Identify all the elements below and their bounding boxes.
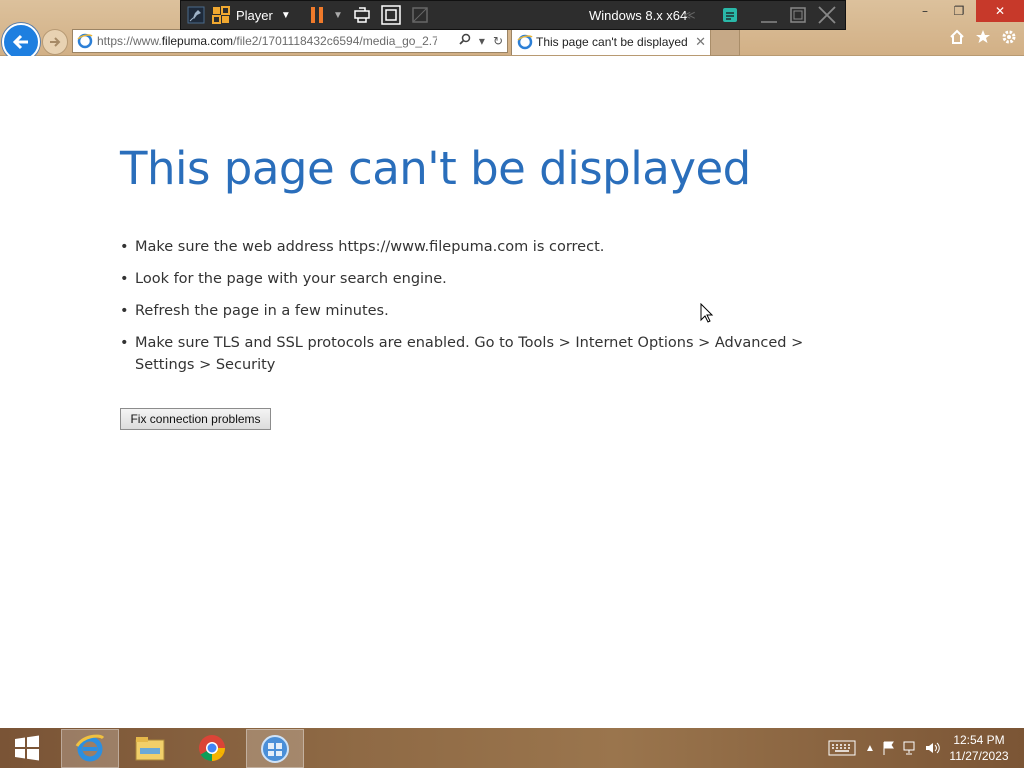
minimize-icon[interactable]: – [908, 0, 942, 22]
taskbar-ie-button[interactable] [61, 729, 119, 768]
bullet-text: Look for the page with your search engin… [135, 271, 447, 287]
keyboard-icon[interactable] [822, 740, 862, 756]
address-bar[interactable]: https://www.filepuma.com/file2/170111843… [72, 29, 508, 53]
list-item: • Make sure TLS and SSL protocols are ena… [120, 332, 840, 376]
list-item: • Make sure the web address https://www.f… [120, 236, 840, 258]
vm-restore-icon[interactable] [789, 1, 807, 29]
folder-icon [135, 736, 165, 760]
windows-logo-icon [15, 735, 39, 760]
vmware-logo-icon [212, 1, 230, 29]
player-menu[interactable]: Player ▼ [236, 1, 291, 29]
page-content: This page can't be displayed • Make sure … [0, 56, 1024, 728]
fix-connection-button[interactable]: Fix connection problems [120, 408, 271, 430]
notes-icon[interactable] [721, 1, 739, 29]
network-icon[interactable] [900, 741, 922, 755]
page-title: This page can't be displayed [120, 142, 751, 195]
bullet-icon: • [120, 239, 129, 255]
vm-minimize-icon[interactable] [759, 1, 779, 29]
internet-explorer-icon [75, 734, 105, 761]
tab-active[interactable]: This page can't be displayed ✕ [511, 29, 711, 55]
url-path: /file2/1701118432c6594/media_go_2.7/2. [233, 34, 437, 48]
bullet-text: Make sure TLS and SSL protocols are enab… [135, 335, 804, 373]
show-hidden-icons-icon[interactable]: ▲ [862, 743, 878, 754]
forward-arrow-icon [50, 37, 61, 47]
vm-close-icon[interactable] [817, 1, 837, 29]
url-text[interactable]: https://www.filepuma.com/file2/170111843… [97, 30, 437, 52]
home-icon[interactable] [948, 28, 966, 46]
bullet-icon: • [120, 335, 129, 351]
forward-button[interactable] [42, 29, 68, 55]
restore-icon[interactable]: ❐ [942, 0, 976, 22]
bullet-text: Refresh the page in a few minutes. [135, 303, 389, 319]
mouse-cursor-icon [700, 303, 714, 323]
clock-date: 11/27/2023 [949, 749, 1009, 763]
bullet-text: Make sure the web address https://www.fi… [135, 239, 605, 255]
ie-page-icon [77, 33, 93, 49]
player-menu-label: Player [236, 7, 273, 23]
list-item: • Look for the page with your search engi… [120, 268, 840, 290]
list-item: • Refresh the page in a few minutes. [120, 300, 840, 322]
close-window-icon[interactable]: ✕ [976, 0, 1024, 22]
action-center-flag-icon[interactable] [878, 741, 900, 755]
bullet-icon: • [120, 303, 129, 319]
pause-dropdown-icon[interactable]: ▼ [333, 1, 343, 29]
vmware-player-bar: Player ▼ ▼ Windows 8.x x64 ≪ [180, 0, 846, 30]
volume-icon[interactable] [922, 741, 944, 755]
dropdown-icon[interactable]: ▾ [479, 30, 485, 52]
fullscreen-icon[interactable] [381, 1, 401, 29]
send-ctrl-alt-del-icon[interactable] [353, 1, 371, 29]
new-tab-button[interactable] [710, 29, 740, 56]
refresh-icon[interactable]: ↻ [493, 30, 503, 52]
pause-icon[interactable] [309, 1, 325, 29]
search-icon[interactable] [459, 30, 471, 52]
taskbar-chrome-button[interactable] [184, 729, 240, 766]
tab-title: This page can't be displayed [536, 35, 688, 49]
taskbar-file-explorer-button[interactable] [122, 729, 178, 766]
taskbar-app-button[interactable] [246, 729, 304, 768]
chevron-down-icon: ▼ [280, 9, 291, 21]
clock-time: 12:54 PM [953, 733, 1005, 747]
start-button[interactable] [0, 729, 54, 766]
chrome-icon [199, 734, 226, 761]
tab-close-icon[interactable]: ✕ [695, 30, 706, 54]
favorites-star-icon[interactable] [974, 28, 992, 46]
taskbar: ▲ 12:54 PM 11/27/2023 [0, 728, 1024, 768]
bullet-icon: • [120, 271, 129, 287]
system-tray: ▲ 12:54 PM 11/27/2023 [822, 728, 1024, 768]
vm-name-label: Windows 8.x x64 [589, 7, 688, 23]
ie-tab-icon [517, 34, 533, 50]
pin-icon[interactable] [187, 1, 205, 29]
url-domain: filepuma.com [161, 34, 234, 48]
settings-gear-icon[interactable] [1000, 28, 1018, 46]
clock[interactable]: 12:54 PM 11/27/2023 [944, 732, 1014, 764]
windows-orb-icon [261, 734, 289, 763]
url-host: https://www. [97, 34, 162, 48]
unity-icon[interactable] [411, 1, 429, 29]
back-arrow-icon [12, 34, 28, 50]
suggestion-list: • Make sure the web address https://www.f… [120, 236, 840, 386]
collapse-icon[interactable]: ≪ [683, 1, 696, 29]
